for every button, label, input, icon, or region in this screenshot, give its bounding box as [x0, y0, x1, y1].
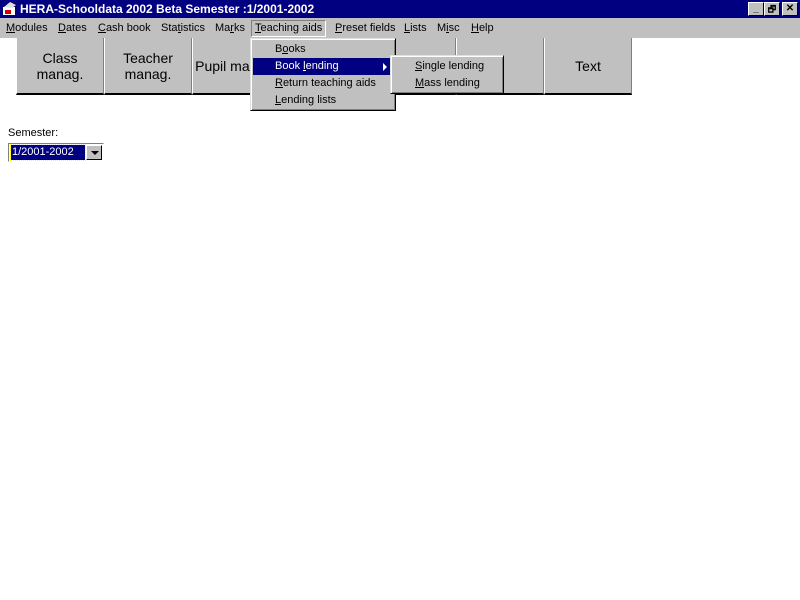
menu-preset-fields[interactable]: Preset fields [332, 20, 399, 37]
toolbar-button-label: Teacher manag. [123, 49, 173, 82]
label: Books [275, 43, 306, 55]
app-icon [3, 2, 16, 15]
menu-marks[interactable]: Marks [212, 20, 248, 37]
minimize-button[interactable]: _ [748, 2, 764, 16]
menu-teaching-aids[interactable]: Teaching aids [251, 20, 327, 37]
toolbar-button-1[interactable]: Class manag. [16, 38, 104, 95]
label: Cash book [98, 22, 151, 34]
label: Misc [437, 22, 460, 34]
label: Single lending [415, 60, 485, 72]
semester-value[interactable]: 1/2001-2002 [10, 144, 86, 161]
book-lending-submenu: Single lending Mass lending [390, 55, 504, 94]
label: Help [471, 22, 494, 34]
restore-button[interactable]: 🗗 [764, 2, 780, 16]
label: Dates [58, 22, 87, 34]
semester-label: Semester: [8, 127, 59, 139]
menu-misc[interactable]: Misc [434, 20, 463, 37]
toolbar-button-2[interactable]: Teacher manag. [104, 38, 192, 95]
window-title: HERA-Schooldata 2002 Beta Semester :1/20… [20, 2, 315, 16]
label: Teaching aids [255, 22, 323, 34]
close-button[interactable]: ✕ [782, 2, 798, 16]
menu-help[interactable]: Help [468, 20, 497, 37]
submenu-arrow-icon [383, 63, 387, 71]
menu-item-single-lending[interactable]: Single lending [393, 58, 501, 75]
menu-dates[interactable]: Dates [55, 20, 90, 37]
label: Lists [404, 22, 427, 34]
label: Book lending [275, 60, 339, 72]
title-bar: HERA-Schooldata 2002 Beta Semester :1/20… [0, 0, 800, 18]
chevron-down-icon[interactable] [86, 145, 102, 160]
label: Mass lending [415, 77, 480, 89]
menu-item-return-teaching-aids[interactable]: Return teaching aids [253, 75, 393, 92]
label: Modules [6, 22, 48, 34]
semester-select[interactable]: 1/2001-2002 [8, 143, 104, 162]
menu-lists[interactable]: Lists [401, 20, 430, 37]
toolbar-button-7[interactable]: Text [544, 38, 632, 95]
label: Marks [215, 22, 245, 34]
toolbar-button-label: Class manag. [36, 49, 84, 82]
menu-modules[interactable]: Modules [3, 20, 51, 37]
menu-item-mass-lending[interactable]: Mass lending [393, 75, 501, 92]
menu-statistics[interactable]: Statistics [158, 20, 208, 37]
label: Return teaching aids [275, 77, 376, 89]
menu-item-lending-lists[interactable]: Lending lists [253, 92, 393, 109]
toolbar-button-label: Text [575, 57, 601, 74]
label: Statistics [161, 22, 206, 34]
menu-item-book-lending[interactable]: Book lending [253, 58, 393, 75]
teaching-aids-dropdown: Books Book lending Return teaching aids Len… [250, 38, 396, 111]
label: Lending lists [275, 94, 337, 106]
label: Preset fields [335, 22, 396, 34]
menu-cash-book[interactable]: Cash book [95, 20, 154, 37]
menu-bar: Modules Dates Cash book Statistics Marks Teac… [0, 18, 800, 38]
menu-item-books[interactable]: Books [253, 41, 393, 58]
